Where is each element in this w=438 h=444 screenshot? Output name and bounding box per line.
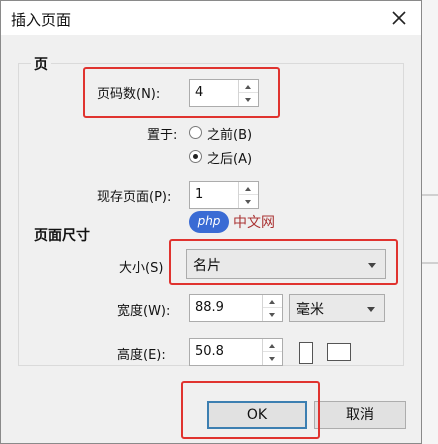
height-label: 高度(E): (117, 348, 166, 363)
increment-arrow-icon[interactable] (263, 339, 282, 352)
height-stepper[interactable]: 50.8 (189, 338, 283, 366)
title-bar: 插入页面 (1, 1, 421, 35)
width-stepper[interactable]: 88.9 (189, 294, 283, 322)
highlight-ok (181, 381, 320, 439)
size-group-label: 页面尺寸 (31, 225, 93, 245)
unit-value: 毫米 (296, 302, 324, 318)
width-label: 宽度(W): (117, 304, 171, 319)
radio-after[interactable] (189, 150, 202, 163)
existing-page-stepper[interactable]: 1 (189, 181, 259, 209)
watermark-text: 中文网 (233, 215, 275, 231)
insert-page-dialog: 插入页面 页 页码数(N): 4 置于: 之前(B) 之后(A) 现存页面(P)… (0, 0, 422, 444)
decrement-arrow-icon[interactable] (239, 195, 258, 208)
close-button[interactable] (385, 4, 413, 32)
width-value: 88.9 (195, 300, 224, 315)
page-group-label: 页 (31, 54, 51, 74)
radio-after-label[interactable]: 之后(A) (207, 148, 252, 167)
decrement-arrow-icon[interactable] (263, 308, 282, 321)
chevron-down-icon (367, 307, 375, 312)
highlight-page-count (83, 67, 280, 118)
increment-arrow-icon[interactable] (239, 182, 258, 195)
cancel-button[interactable]: 取消 (314, 401, 406, 429)
close-icon (392, 11, 406, 25)
radio-before-label[interactable]: 之前(B) (207, 124, 252, 143)
height-value: 50.8 (195, 344, 224, 359)
existing-page-label: 现存页面(P): (97, 190, 172, 205)
size-label: 大小(S) (119, 261, 164, 276)
increment-arrow-icon[interactable] (263, 295, 282, 308)
watermark-badge: php (189, 211, 229, 233)
unit-select[interactable]: 毫米 (289, 294, 385, 322)
radio-before[interactable] (189, 126, 202, 139)
landscape-orientation-icon[interactable] (327, 343, 351, 361)
existing-page-value: 1 (195, 187, 204, 202)
portrait-orientation-icon[interactable] (299, 342, 313, 364)
place-label: 置于: (147, 128, 178, 143)
background-window-edge (422, 0, 438, 444)
decrement-arrow-icon[interactable] (263, 352, 282, 365)
highlight-size (169, 239, 398, 285)
dialog-title: 插入页面 (11, 11, 72, 29)
